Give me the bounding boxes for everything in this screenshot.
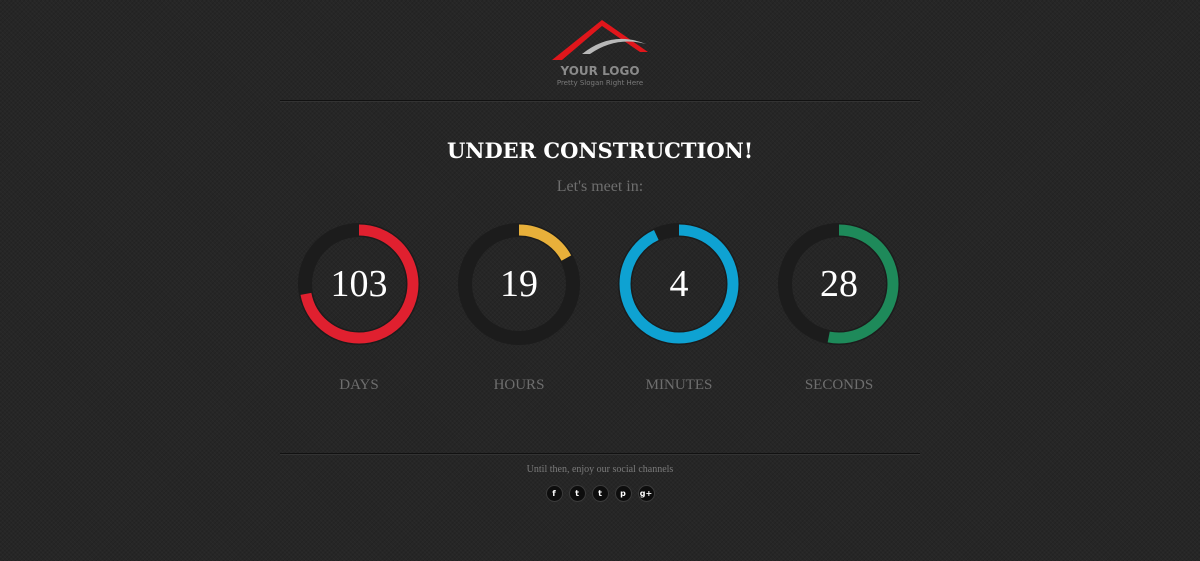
hours-label: HOURS [493, 377, 545, 393]
minutes-label: MINUTES [645, 377, 713, 393]
social-links: f t t p g+ [0, 485, 1200, 502]
page-subtitle: Let's meet in: [556, 178, 644, 195]
countdown: 103 DAYS 19 HOURS 4 MINUTES 28 SECONDS [0, 222, 1200, 402]
coming-soon-page: YOUR LOGO Pretty Slogan Right Here UNDER… [0, 0, 1200, 561]
page-title: UNDER CONSTRUCTION! [446, 138, 754, 163]
twitter-icon[interactable]: t [568, 485, 586, 502]
roof-logo-icon [552, 20, 648, 60]
countdown-seconds: 28 SECONDS [777, 222, 901, 402]
minutes-value: 4 [669, 263, 689, 305]
countdown-minutes: 4 MINUTES [617, 222, 741, 402]
seconds-value: 28 [820, 263, 858, 305]
days-label: DAYS [339, 377, 379, 393]
logo-title: YOUR LOGO [560, 64, 640, 78]
header-divider [280, 100, 920, 102]
logo[interactable]: YOUR LOGO Pretty Slogan Right Here [0, 14, 1200, 88]
countdown-days: 103 DAYS [297, 222, 421, 402]
facebook-icon[interactable]: f [545, 485, 563, 502]
hours-value: 19 [500, 263, 538, 305]
google-plus-icon[interactable]: g+ [637, 485, 655, 502]
tumblr-icon[interactable]: t [591, 485, 609, 502]
days-value: 103 [330, 263, 388, 305]
footer-divider [280, 453, 920, 455]
pinterest-icon[interactable]: p [614, 485, 632, 502]
seconds-label: SECONDS [804, 377, 874, 393]
logo-slogan: Pretty Slogan Right Here [556, 79, 644, 87]
footer-note: Until then, enjoy our social channels [526, 464, 674, 475]
countdown-hours: 19 HOURS [457, 222, 581, 402]
